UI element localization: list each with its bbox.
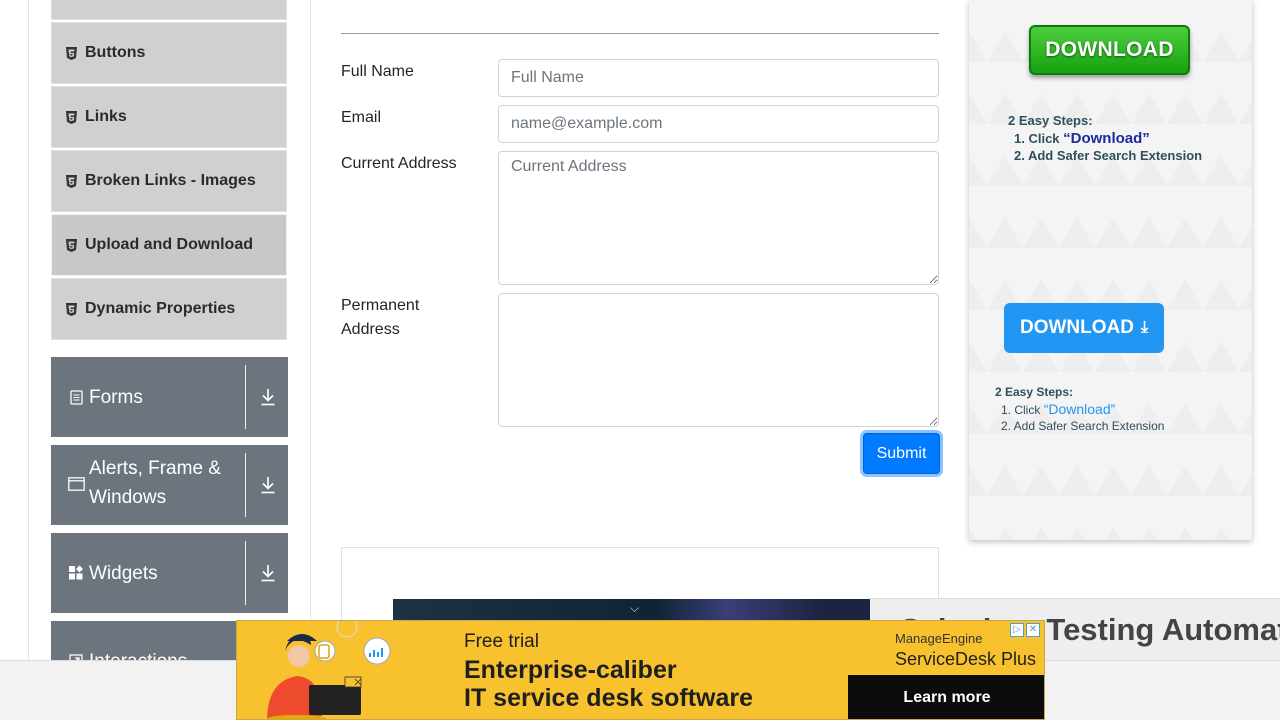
- banner-headline-2: IT service desk software: [464, 684, 754, 712]
- sidebar-item-label: Dynamic Properties: [85, 300, 236, 317]
- sidebar-item-dynamic-properties[interactable]: Dynamic Properties: [51, 278, 287, 340]
- step-1-link: “Download”: [1063, 130, 1150, 147]
- download-arrow-icon[interactable]: [256, 357, 280, 437]
- html5-icon: [66, 238, 77, 252]
- sidebar-item-label: Buttons: [85, 44, 146, 61]
- widgets-icon: [67, 564, 85, 582]
- html5-icon: [66, 302, 77, 316]
- sidebar-item-previous[interactable]: [51, 0, 287, 20]
- submit-button[interactable]: Submit: [863, 433, 940, 474]
- step-1-link: “Download”: [1043, 401, 1116, 417]
- step-2: 2. Add Safer Search Extension: [1014, 148, 1203, 163]
- illustration-image: [267, 621, 391, 719]
- current-address-label: Current Address: [341, 155, 457, 172]
- banner-brand-bottom: ServiceDesk Plus: [895, 649, 1037, 669]
- group-forms[interactable]: Forms: [51, 357, 288, 437]
- html5-icon: [66, 46, 77, 60]
- download-arrow-icon[interactable]: [256, 445, 280, 525]
- document-icon: [67, 388, 85, 406]
- steps-title: 2 Easy Steps:: [1008, 113, 1093, 128]
- sidebar-item-buttons[interactable]: Buttons: [51, 22, 287, 84]
- sidebar-item-label: Upload and Download: [85, 236, 253, 253]
- divider: [341, 33, 939, 34]
- email-input[interactable]: [498, 105, 939, 143]
- download-arrow-icon[interactable]: [256, 533, 280, 613]
- banner-brand-top: ManageEngine: [895, 631, 983, 646]
- full-name-input[interactable]: [498, 59, 939, 97]
- close-icon[interactable]: ✕: [1026, 623, 1040, 637]
- divider: [245, 453, 246, 517]
- permanent-address-label: Permanent Address: [341, 297, 420, 338]
- download-button-green[interactable]: DOWNLOAD: [1029, 25, 1190, 75]
- group-widgets[interactable]: Widgets: [51, 533, 288, 613]
- ad-controls: ▷ ✕: [1010, 623, 1040, 637]
- steps-title: 2 Easy Steps:: [995, 385, 1074, 399]
- sidebar-item-broken-links[interactable]: Broken Links - Images: [51, 150, 287, 212]
- step-2: 2. Add Safer Search Extension: [1001, 419, 1165, 433]
- html5-icon: [66, 110, 77, 124]
- learn-more-button[interactable]: Learn more: [848, 675, 1044, 719]
- permanent-address-textarea[interactable]: [498, 293, 939, 427]
- steps-list-2: 2 Easy Steps: 1. Click “Download” 2. Add…: [995, 385, 1164, 434]
- steps-list: 2 Easy Steps: 1. Click “Download” 2. Add…: [1008, 113, 1202, 164]
- video-player-strip[interactable]: ⌵: [393, 599, 870, 620]
- divider: [245, 365, 246, 429]
- sidebar-item-label: Broken Links - Images: [85, 172, 256, 189]
- divider: [245, 541, 246, 605]
- step-1-prefix: 1. Click: [1001, 403, 1044, 417]
- sidebar: Buttons Links Broken Links - Images Uplo…: [28, 0, 311, 720]
- download-label: DOWNLOAD: [1019, 317, 1134, 338]
- group-alerts-frame-windows[interactable]: Alerts, Frame & Windows: [51, 445, 288, 525]
- page: Buttons Links Broken Links - Images Uplo…: [0, 0, 1280, 720]
- full-name-label: Full Name: [341, 63, 414, 80]
- step-1: 1. Click “Download”: [995, 401, 1164, 418]
- banner-headline-1: Enterprise-caliber: [464, 656, 677, 684]
- step-1-prefix: 1. Click: [1014, 131, 1064, 146]
- window-icon: [67, 475, 85, 493]
- right-advertisement: DOWNLOAD 2 Easy Steps: 1. Click “Downloa…: [969, 0, 1252, 540]
- adchoices-icon[interactable]: ▷: [1010, 623, 1024, 637]
- chevron-down-icon[interactable]: ⌵: [630, 601, 639, 616]
- background-pattern: [969, 0, 1252, 540]
- sidebar-item-links[interactable]: Links: [51, 86, 287, 148]
- download-button-blue[interactable]: DOWNLOAD ⤓: [1004, 303, 1164, 353]
- sidebar-item-upload-download[interactable]: Upload and Download: [51, 214, 287, 276]
- html5-icon: [66, 174, 77, 188]
- banner-trial-text: Free trial: [464, 631, 539, 652]
- banner-advertisement[interactable]: Free trial Enterprise-caliber IT service…: [236, 620, 1045, 720]
- email-label: Email: [341, 109, 382, 126]
- step-1: 1. Click “Download”: [1008, 130, 1202, 147]
- sidebar-item-label: Links: [85, 108, 127, 125]
- current-address-textarea[interactable]: [498, 151, 939, 285]
- download-icon: ⤓: [1140, 319, 1149, 336]
